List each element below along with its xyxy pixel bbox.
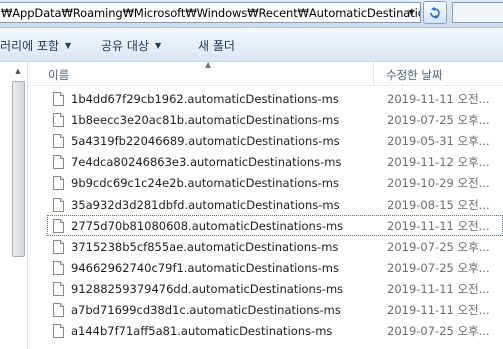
address-path[interactable]: ₩AppData₩Roaming₩Microsoft₩Windows₩Recen… (0, 6, 420, 20)
include-in-library-label: 러리에 포함 (0, 39, 60, 53)
file-date-modified: 2019-07-25 오후... (387, 260, 490, 275)
file-icon (53, 302, 64, 317)
file-date-modified: 2019-07-25 오후... (387, 323, 490, 338)
file-row[interactable]: 9b9cdc69c1c24e2b.automaticDestinations-m… (47, 172, 503, 193)
share-with-label: 공유 대상 (101, 39, 149, 53)
file-name: 5a4319fb22046689.automaticDestinations-m… (71, 133, 340, 148)
file-row[interactable]: 94662962740c79f1.automaticDestinations-m… (47, 257, 503, 278)
file-date-modified: 2019-11-11 오전... (387, 218, 490, 233)
new-folder-button[interactable]: 새 폴더 (198, 37, 235, 54)
share-with-button[interactable]: 공유 대상 ▼ (101, 37, 161, 54)
file-list[interactable]: 1b4dd67f29cb1962.automaticDestinations-m… (29, 88, 503, 349)
file-date-modified: 2019-11-11 오전... (387, 91, 490, 106)
column-header-date-modified[interactable]: 수정한 날짜 (386, 67, 443, 83)
file-name: 3715238b5cf855ae.automaticDestinations-m… (71, 239, 339, 254)
file-name: 94662962740c79f1.automaticDestinations-m… (71, 260, 339, 275)
file-icon (53, 197, 64, 212)
file-row[interactable]: a7bd71699cd38d1c.automaticDestinations-m… (47, 299, 503, 320)
column-header-row: ▲ 이름 수정한 날짜 (29, 60, 503, 86)
file-date-modified: 2019-07-25 오후... (387, 239, 490, 254)
new-folder-label: 새 폴더 (198, 39, 235, 53)
file-name: 1b8eecc3e20ac81b.automaticDestinations-m… (71, 112, 340, 127)
file-date-modified: 2019-08-15 오전... (387, 197, 490, 212)
scroll-up-icon[interactable]: ▲ (12, 64, 24, 78)
refresh-icon (430, 6, 440, 19)
file-row[interactable]: 1b8eecc3e20ac81b.automaticDestinations-m… (47, 109, 503, 130)
column-header-name[interactable]: 이름 (48, 67, 69, 83)
search-input[interactable] (452, 2, 503, 23)
file-row[interactable]: 1b4dd67f29cb1962.automaticDestinations-m… (47, 88, 503, 109)
file-row[interactable]: 7e4dca80246863e3.automaticDestinations-m… (47, 151, 503, 172)
file-icon (53, 323, 64, 338)
file-name: 1b4dd67f29cb1962.automaticDestinations-m… (71, 91, 339, 106)
file-icon (53, 281, 64, 296)
refresh-button[interactable] (423, 1, 447, 24)
file-icon (53, 175, 64, 190)
file-row[interactable]: 35a932d3d281dbfd.automaticDestinations-m… (47, 194, 503, 215)
sort-ascending-icon: ▲ (205, 60, 212, 69)
file-row[interactable]: 3715238b5cf855ae.automaticDestinations-m… (47, 236, 503, 257)
chevron-down-icon: ▼ (154, 41, 162, 50)
file-row[interactable]: 91288259379476dd.automaticDestinations-m… (47, 278, 503, 299)
navigation-pane-scrollbar-thumb[interactable] (12, 81, 25, 257)
file-name: 35a932d3d281dbfd.automaticDestinations-m… (71, 197, 340, 212)
include-in-library-button[interactable]: 러리에 포함 ▼ (0, 37, 71, 54)
address-bar[interactable]: ₩AppData₩Roaming₩Microsoft₩Windows₩Recen… (0, 2, 421, 23)
file-name: 91288259379476dd.automaticDestinations-m… (71, 281, 344, 296)
file-name: 7e4dca80246863e3.automaticDestinations-m… (71, 154, 342, 169)
file-icon (53, 260, 64, 275)
file-date-modified: 2019-11-11 오전... (387, 281, 490, 296)
address-bar-strip: ₩AppData₩Roaming₩Microsoft₩Windows₩Recen… (0, 0, 503, 28)
file-icon (53, 133, 64, 148)
file-row[interactable]: 5a4319fb22046689.automaticDestinations-m… (47, 130, 503, 151)
chevron-down-icon[interactable]: ▼ (403, 3, 420, 22)
file-date-modified: 2019-05-31 오후... (387, 133, 490, 148)
file-name: a144b7f71aff5a81.automaticDestinations-m… (71, 323, 333, 338)
file-date-modified: 2019-10-29 오전... (387, 175, 490, 190)
file-icon (53, 112, 64, 127)
file-row[interactable]: a144b7f71aff5a81.automaticDestinations-m… (47, 320, 503, 341)
column-divider[interactable] (373, 62, 374, 86)
file-date-modified: 2019-07-25 오후... (387, 112, 490, 127)
file-icon (53, 239, 64, 254)
chevron-down-icon: ▼ (65, 41, 72, 50)
file-icon (53, 91, 64, 106)
file-icon (53, 218, 64, 233)
file-name: a7bd71699cd38d1c.automaticDestinations-m… (71, 302, 341, 317)
file-name: 2775d70b81080608.automaticDestinations-m… (71, 218, 344, 233)
file-date-modified: 2019-11-11 오전... (387, 302, 490, 317)
file-name: 9b9cdc69c1c24e2b.automaticDestinations-m… (71, 175, 339, 190)
file-icon (53, 154, 64, 169)
file-row[interactable]: 2775d70b81080608.automaticDestinations-m… (47, 215, 503, 236)
command-bar: 러리에 포함 ▼ 공유 대상 ▼ 새 폴더 (0, 28, 503, 62)
file-date-modified: 2019-11-12 오후... (387, 154, 490, 169)
